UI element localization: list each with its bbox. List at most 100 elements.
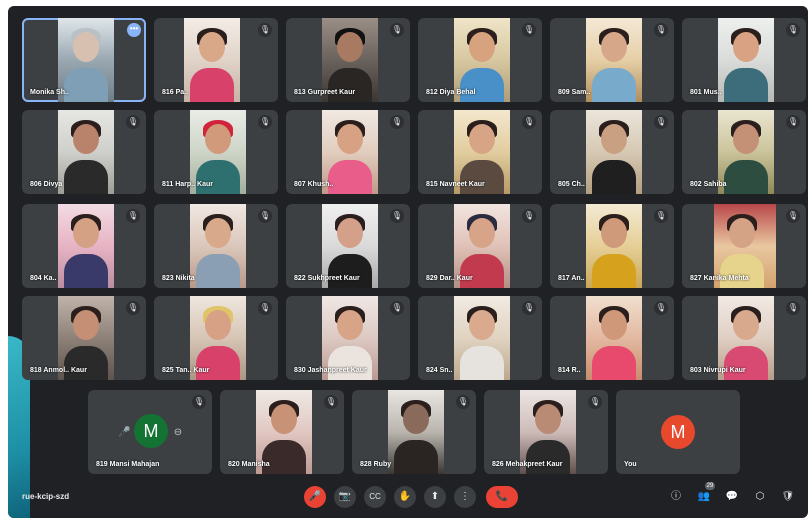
mic-off-icon: 🎙: [786, 301, 800, 315]
present-button[interactable]: ⬆: [424, 486, 446, 508]
mic-off-icon: 🎙: [522, 115, 536, 129]
mic-off-icon: 🎙: [258, 23, 272, 37]
participant-tile[interactable]: 🎙 804 Ka..: [22, 204, 146, 288]
mic-off-icon: 🎙: [258, 115, 272, 129]
participant-tile[interactable]: 🎙 802 Sahiba: [682, 110, 806, 194]
participant-tile[interactable]: 🎙 829 Dar.. Kaur: [418, 204, 542, 288]
more-options-icon[interactable]: •••: [127, 23, 141, 37]
participant-tile[interactable]: 🎙 815 Navneet Kaur: [418, 110, 542, 194]
mic-off-icon: 🎙: [522, 23, 536, 37]
participant-tile[interactable]: 🎙 822 Sukhpreet Kaur: [286, 204, 410, 288]
participant-name: 814 R..: [558, 367, 581, 374]
mic-off-icon: 🎙: [390, 301, 404, 315]
participant-tile[interactable]: 🎙 818 Anmol.. Kaur: [22, 296, 146, 380]
more-options-button[interactable]: ⋮: [454, 486, 476, 508]
participant-name: 813 Gurpreet Kaur: [294, 89, 356, 96]
participant-name: 816 Pa..: [162, 89, 189, 96]
participant-name: Monika Sh..: [30, 89, 69, 96]
mic-off-icon: 🎙: [654, 115, 668, 129]
participant-tile[interactable]: 🎙 807 Khush..: [286, 110, 410, 194]
mic-off-icon: 🎙: [126, 209, 140, 223]
mic-off-icon: 🎙: [126, 301, 140, 315]
participant-name: 820 Manisha: [228, 461, 270, 468]
raise-hand-button[interactable]: ✋: [394, 486, 416, 508]
leave-call-button[interactable]: 📞: [486, 486, 518, 508]
mic-toggle-button[interactable]: 🎤: [304, 486, 326, 508]
mic-off-icon: 🎙: [588, 395, 602, 409]
video-feed: [58, 204, 114, 288]
participant-tile[interactable]: 🎙 816 Pa..: [154, 18, 278, 102]
participant-name: 802 Sahiba: [690, 181, 727, 188]
participant-name: 818 Anmol.. Kaur: [30, 367, 87, 374]
participant-name: 827 Kanika Mehta: [690, 275, 749, 282]
participant-name: 803 Nivrupi Kaur: [690, 367, 746, 374]
participant-name: You: [624, 461, 637, 468]
info-icon[interactable]: ⓘ: [668, 489, 684, 505]
participant-name: 815 Navneet Kaur: [426, 181, 485, 188]
mic-off-icon: 🎙: [324, 395, 338, 409]
participant-name: 801 Mus..: [690, 89, 722, 96]
camera-toggle-button[interactable]: 📷: [334, 486, 356, 508]
participant-tile[interactable]: 🎙 825 Tan.. Kaur: [154, 296, 278, 380]
participant-tile[interactable]: 🎙 820 Manisha: [220, 390, 344, 474]
mic-off-icon: 🎙: [522, 209, 536, 223]
participant-name: 817 An..: [558, 275, 585, 282]
people-icon[interactable]: 👥: [696, 489, 712, 505]
participant-tile[interactable]: 🎙 828 Ruby: [352, 390, 476, 474]
participant-tile[interactable]: 🎙 823 Nikita: [154, 204, 278, 288]
control-bar: rue-kcip-szd 🎤 📷 CC ✋ ⬆ ⋮ 📞 ⓘ 👥 29 💬 ⬡ 🛡: [8, 476, 808, 518]
remove-icon[interactable]: ⊖: [172, 427, 184, 439]
captions-button[interactable]: CC: [364, 486, 386, 508]
chat-icon[interactable]: 💬: [724, 489, 740, 505]
participant-tile[interactable]: 🎙 826 Mehakpreet Kaur: [484, 390, 608, 474]
participant-tile[interactable]: 🎤 M ⊖ 🎙 819 Mansi Mahajan: [88, 390, 212, 474]
mic-off-icon: 🎙: [258, 209, 272, 223]
participant-name: 825 Tan.. Kaur: [162, 367, 210, 374]
mic-off-icon: 🎙: [456, 395, 470, 409]
participant-name: 812 Diya Behal: [426, 89, 476, 96]
participant-name: 805 Ch..: [558, 181, 585, 188]
mic-off-icon: 🎙: [786, 209, 800, 223]
mic-off-icon: 🎙: [654, 209, 668, 223]
participant-tile[interactable]: 🎙 805 Ch..: [550, 110, 674, 194]
pin-icon[interactable]: 🎤: [118, 427, 130, 439]
participant-tile[interactable]: 🎙 806 Divya: [22, 110, 146, 194]
participant-tile[interactable]: 🎙 817 An..: [550, 204, 674, 288]
participant-tile[interactable]: 🎙 827 Kanika Mehta: [682, 204, 806, 288]
participant-name: 828 Ruby: [360, 461, 392, 468]
activities-icon[interactable]: ⬡: [752, 489, 768, 505]
video-feed: [586, 296, 642, 380]
avatar: M: [661, 415, 695, 449]
participant-tile[interactable]: 🎙 814 R..: [550, 296, 674, 380]
mic-off-icon: 🎙: [654, 301, 668, 315]
mic-off-icon: 🎙: [390, 209, 404, 223]
participant-grid: ••• Monika Sh.. 🎙 816 Pa.. 🎙 813 Gurpree…: [8, 6, 808, 476]
participant-name: 809 Sam..: [558, 89, 591, 96]
participant-tile[interactable]: 🎙 811 Harp.. Kaur: [154, 110, 278, 194]
video-feed: [454, 296, 510, 380]
video-feed: [586, 18, 642, 102]
participant-name: 830 Jashanpreet Kaur: [294, 367, 367, 374]
host-controls-icon[interactable]: 🛡: [780, 489, 796, 505]
video-feed: [718, 18, 774, 102]
participant-tile[interactable]: 🎙 824 Sn..: [418, 296, 542, 380]
mic-off-icon: 🎙: [786, 23, 800, 37]
video-feed: [58, 110, 114, 194]
participant-tile[interactable]: 🎙 809 Sam..: [550, 18, 674, 102]
video-feed: [190, 204, 246, 288]
participant-tile[interactable]: 🎙 813 Gurpreet Kaur: [286, 18, 410, 102]
participant-tile-self[interactable]: M You: [616, 390, 740, 474]
participant-name: 807 Khush..: [294, 181, 334, 188]
participant-tile[interactable]: 🎙 801 Mus..: [682, 18, 806, 102]
participant-tile[interactable]: ••• Monika Sh..: [22, 18, 146, 102]
participant-tile[interactable]: 🎙 803 Nivrupi Kaur: [682, 296, 806, 380]
meet-window: ••• Monika Sh.. 🎙 816 Pa.. 🎙 813 Gurpree…: [8, 6, 808, 518]
participant-name: 823 Nikita: [162, 275, 195, 282]
participant-name: 806 Divya: [30, 181, 63, 188]
mic-off-icon: 🎙: [126, 115, 140, 129]
participant-tile[interactable]: 🎙 812 Diya Behal: [418, 18, 542, 102]
participant-name: 804 Ka..: [30, 275, 57, 282]
mic-off-icon: 🎙: [654, 23, 668, 37]
participant-tile[interactable]: 🎙 830 Jashanpreet Kaur: [286, 296, 410, 380]
meeting-code: rue-kcip-szd: [22, 492, 70, 501]
